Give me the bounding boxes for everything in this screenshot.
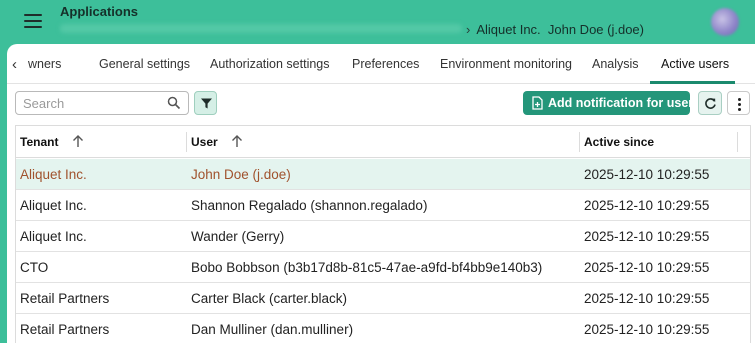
- add-notification-button[interactable]: Add notification for user: [523, 91, 694, 115]
- user-cell: Dan Mulliner (dan.mulliner): [191, 322, 354, 337]
- tab-active-users[interactable]: Active users: [661, 57, 729, 71]
- tenant-cell: Retail Partners: [20, 322, 110, 337]
- hamburger-menu-icon[interactable]: [24, 14, 42, 28]
- tenant-cell: CTO: [20, 260, 49, 275]
- table-row[interactable]: Retail Partners Dan Mulliner (dan.mullin…: [16, 314, 750, 343]
- more-options-button[interactable]: [727, 91, 750, 115]
- avatar[interactable]: [711, 8, 739, 36]
- user-cell: John Doe (j.doe): [191, 167, 291, 182]
- filter-icon: [201, 98, 212, 109]
- active-since-cell: 2025-12-10 10:29:55: [584, 167, 710, 182]
- tab-authorization-settings[interactable]: Authorization settings: [210, 57, 330, 71]
- top-bar: Applications › Aliquet Inc. John Doe (j.d…: [0, 0, 755, 46]
- breadcrumb-label: Aliquet Inc. John Doe (j.doe): [476, 22, 644, 37]
- tab-general-settings[interactable]: General settings: [99, 57, 190, 71]
- tab-environment-monitoring[interactable]: Environment monitoring: [440, 57, 572, 71]
- table-row[interactable]: Aliquet Inc. John Doe (j.doe) 2025-12-10…: [16, 159, 750, 190]
- user-cell: Carter Black (carter.black): [191, 291, 348, 306]
- table-row[interactable]: CTO Bobo Bobbson (b3b17d8b-81c5-47ae-a9f…: [16, 252, 750, 283]
- refresh-icon: [705, 98, 716, 109]
- blurred-subtitle: [60, 24, 462, 33]
- tab-preferences[interactable]: Preferences: [352, 57, 419, 71]
- active-since-cell: 2025-12-10 10:29:55: [584, 291, 710, 306]
- sort-ascending-icon[interactable]: [231, 134, 243, 148]
- tenant-cell: Aliquet Inc.: [20, 167, 87, 182]
- column-header-user[interactable]: User: [191, 126, 218, 158]
- tenant-cell: Aliquet Inc.: [20, 229, 87, 244]
- active-since-cell: 2025-12-10 10:29:55: [584, 198, 710, 213]
- add-notification-label: Add notification for user: [548, 96, 694, 110]
- tab-owners[interactable]: wners: [28, 57, 61, 71]
- table-row[interactable]: Aliquet Inc. Shannon Regalado (shannon.r…: [16, 190, 750, 221]
- tenant-cell: Aliquet Inc.: [20, 198, 87, 213]
- refresh-button[interactable]: [698, 91, 722, 115]
- user-cell: Bobo Bobbson (b3b17d8b-81c5-47ae-a9fd-bf…: [191, 260, 543, 275]
- app-title: Applications: [60, 4, 139, 19]
- column-separator[interactable]: [737, 132, 738, 152]
- table-row[interactable]: Retail Partners Carter Black (carter.bla…: [16, 283, 750, 314]
- column-header-tenant[interactable]: Tenant: [20, 126, 58, 158]
- more-vertical-icon: [738, 98, 741, 101]
- filter-button[interactable]: [194, 91, 217, 115]
- user-cell: Shannon Regalado (shannon.regalado): [191, 198, 428, 213]
- chevron-left-icon[interactable]: ‹: [12, 56, 17, 73]
- breadcrumb[interactable]: › Aliquet Inc. John Doe (j.doe): [466, 22, 644, 37]
- sort-ascending-icon[interactable]: [72, 134, 84, 148]
- active-since-cell: 2025-12-10 10:29:55: [584, 322, 710, 337]
- table-header: Tenant User Active since: [16, 126, 750, 158]
- toolbar: Add notification for user: [7, 84, 755, 124]
- tab-bar: ‹ wners General settings Authorization s…: [7, 44, 755, 84]
- search-icon[interactable]: [167, 96, 181, 110]
- column-header-active-since[interactable]: Active since: [584, 126, 654, 158]
- column-separator[interactable]: [186, 132, 187, 152]
- column-separator[interactable]: [579, 132, 580, 152]
- user-cell: Wander (Gerry): [191, 229, 285, 244]
- tab-analysis[interactable]: Analysis: [592, 57, 639, 71]
- tenant-cell: Retail Partners: [20, 291, 110, 306]
- add-notification-icon: [532, 96, 543, 110]
- active-users-table: Tenant User Active since Aliquet Inc. Jo…: [15, 125, 751, 343]
- main-panel: ‹ wners General settings Authorization s…: [7, 44, 755, 343]
- search-input[interactable]: [23, 95, 163, 111]
- search-box[interactable]: [15, 91, 189, 115]
- chevron-right-icon: ›: [466, 22, 471, 37]
- active-since-cell: 2025-12-10 10:29:55: [584, 260, 710, 275]
- table-row[interactable]: Aliquet Inc. Wander (Gerry) 2025-12-10 1…: [16, 221, 750, 252]
- active-since-cell: 2025-12-10 10:29:55: [584, 229, 710, 244]
